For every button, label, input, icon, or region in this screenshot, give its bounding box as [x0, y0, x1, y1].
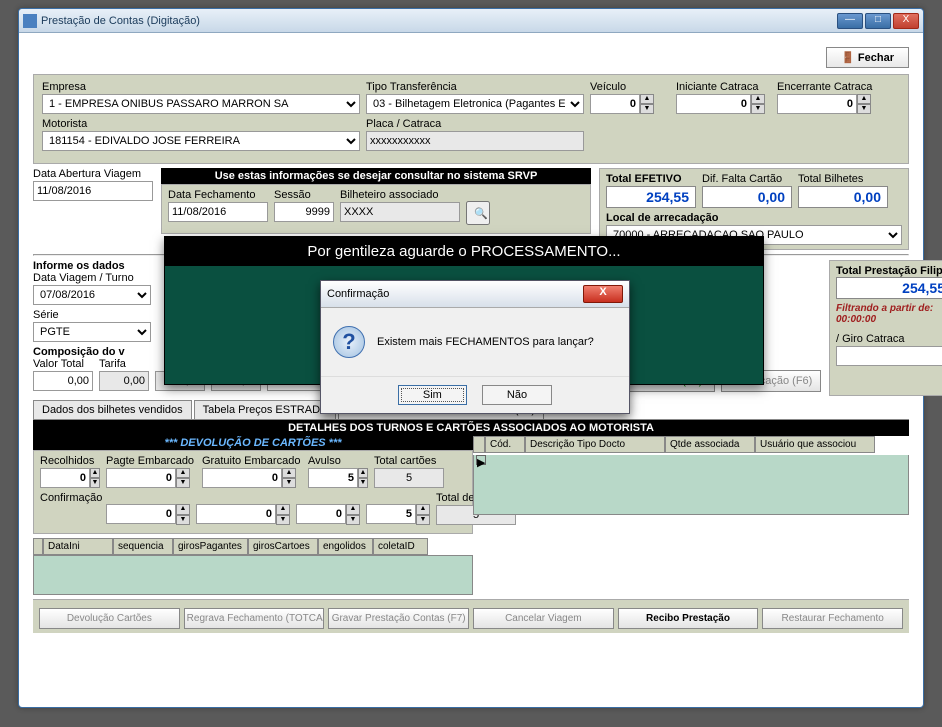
total-filipeta-value: 254,55: [836, 277, 942, 299]
regrava-fechamento-button: Regrava Fechamento (TOTCAJ): [184, 608, 325, 629]
recibo-prestacao-button[interactable]: Recibo Prestação: [618, 608, 759, 629]
gravar-prestacao-button: Gravar Prestação Contas (F7): [328, 608, 469, 629]
confirmacao-label: Confirmação: [40, 492, 100, 504]
encerrante-catraca-spinner[interactable]: ▲▼: [777, 94, 877, 114]
tipo-transferencia-select[interactable]: 03 - Bilhetagem Eletronica (Pagantes Emb…: [366, 94, 584, 114]
grid2-col-giroscartoes: girosCartoes: [248, 538, 318, 555]
sim-button[interactable]: Sim: [398, 385, 467, 405]
restaurar-fechamento-button: Restaurar Fechamento: [762, 608, 903, 629]
close-button[interactable]: X: [893, 13, 919, 29]
bilheteiro-input: [340, 202, 460, 222]
dialog-close-button[interactable]: X: [583, 285, 623, 303]
grid2-col-sequencia: sequencia: [113, 538, 173, 555]
motorista-label: Motorista: [42, 118, 360, 130]
data-fechamento-input[interactable]: [168, 202, 268, 222]
grid-col-usuario: Usuário que associou: [755, 436, 875, 453]
grid2-col-coletaid: coletaID: [373, 538, 428, 555]
total-cartoes-label: Total cartões: [374, 455, 444, 467]
data-viagem-turno-label: Data Viagem / Turno: [33, 272, 151, 284]
empresa-label: Empresa: [42, 81, 360, 93]
recolhidos-spinner[interactable]: ▲▼: [40, 468, 100, 488]
placa-catraca-label: Placa / Catraca: [366, 118, 584, 130]
grid2-col-girospagantes: girosPagantes: [173, 538, 248, 555]
pagte-embarcado-label: Pagte Embarcado: [106, 455, 196, 467]
giro-catraca-label: / Giro Catraca: [836, 333, 942, 345]
sessao-label: Sessão: [274, 189, 334, 201]
grid2-col-dataini: DataIni: [43, 538, 113, 555]
grid-col-descricao: Descrição Tipo Docto: [525, 436, 665, 453]
conf-spinner1[interactable]: ▲▼: [106, 504, 190, 525]
grid-col-qtde: Qtde associada: [665, 436, 755, 453]
valor-total-input[interactable]: [33, 371, 93, 391]
dif-falta-label: Dif. Falta Cartão: [702, 173, 792, 185]
conf-spinner3[interactable]: ▲▼: [296, 504, 360, 525]
cancelar-viagem-button: Cancelar Viagem: [473, 608, 614, 629]
iniciante-catraca-label: Iniciante Catraca: [676, 81, 771, 93]
detalhes-title-bar: DETALHES DOS TURNOS E CARTÕES ASSOCIADOS…: [33, 420, 909, 436]
veiculo-label: Veículo: [590, 81, 670, 93]
nao-button[interactable]: Não: [482, 385, 552, 405]
data-abertura-input[interactable]: [33, 181, 153, 201]
veiculo-spinner[interactable]: ▲▼: [590, 94, 670, 114]
placa-catraca-input: [366, 131, 584, 151]
data-abertura-label: Data Abertura Viagem: [33, 168, 153, 180]
iniciante-catraca-spinner[interactable]: ▲▼: [676, 94, 771, 114]
total-cartoes-value: [374, 468, 444, 488]
local-arrecadacao-label: Local de arrecadação: [606, 212, 902, 224]
dialog-title: Confirmação: [327, 288, 389, 300]
conf-spinner4[interactable]: ▲▼: [366, 504, 430, 525]
gratuito-embarcado-label: Gratuito Embarcado: [202, 455, 302, 467]
grid-body[interactable]: ▶: [473, 455, 909, 515]
avulso-spinner[interactable]: ▲▼: [308, 468, 368, 488]
gratuito-embarcado-spinner[interactable]: ▲▼: [202, 468, 302, 488]
minimize-button[interactable]: —: [837, 13, 863, 29]
tarifa-input: [99, 371, 149, 391]
serie-select[interactable]: PGTE: [33, 322, 151, 342]
tipo-transferencia-label: Tipo Transferência: [366, 81, 584, 93]
titlebar: Prestação de Contas (Digitação) — □ X: [19, 9, 923, 33]
maximize-button[interactable]: □: [865, 13, 891, 29]
total-efetivo-label: Total EFETIVO: [606, 173, 696, 185]
serie-label: Série: [33, 309, 151, 321]
total-filipeta-label: Total Prestação Filipeta: [836, 265, 942, 277]
data-viagem-turno-select[interactable]: 07/08/2016: [33, 285, 151, 305]
grid2-col-engolidos: engolidos: [318, 538, 373, 555]
devolucao-cartoes-button: Devolução Cartões: [39, 608, 180, 629]
dif-falta-value: 0,00: [702, 186, 792, 208]
dialog-message: Existem mais FECHAMENTOS para lançar?: [377, 336, 594, 348]
grid-col-cod: Cód.: [485, 436, 525, 453]
avulso-label: Avulso: [308, 455, 368, 467]
bilheteiro-label: Bilheteiro associado: [340, 189, 460, 201]
question-icon: ?: [333, 326, 365, 358]
devolucao-cartoes-header: *** DEVOLUÇÃO DE CARTÕES ***: [33, 436, 473, 450]
overlay-title: Por gentileza aguarde o PROCESSAMENTO...: [165, 237, 763, 266]
giro-catraca-input[interactable]: [836, 346, 942, 366]
tarifa-label: Tarifa: [99, 358, 149, 370]
pagte-embarcado-spinner[interactable]: ▲▼: [106, 468, 196, 488]
total-bilhetes-label: Total Bilhetes: [798, 173, 888, 185]
total-efetivo-value: 254,55: [606, 186, 696, 208]
srvp-infobar: Use estas informações se desejar consult…: [161, 168, 591, 184]
tab-tabela-precos[interactable]: Tabela Preços ESTRADA: [194, 400, 337, 419]
confirm-dialog: Confirmação X ? Existem mais FECHAMENTOS…: [320, 280, 630, 414]
tab-dados-bilhetes[interactable]: Dados dos bilhetes vendidos: [33, 400, 192, 419]
window-title: Prestação de Contas (Digitação): [41, 15, 837, 27]
conf-spinner2[interactable]: ▲▼: [196, 504, 290, 525]
app-icon: [23, 14, 37, 28]
grid2-body[interactable]: [33, 555, 473, 595]
empresa-select[interactable]: 1 - EMPRESA ONIBUS PASSARO MARRON SA: [42, 94, 360, 114]
recolhidos-label: Recolhidos: [40, 455, 100, 467]
sessao-input[interactable]: [274, 202, 334, 222]
fechar-button[interactable]: 🚪 Fechar: [826, 47, 909, 68]
filtrando-label: Filtrando a partir de: 00:00:00: [836, 303, 942, 325]
encerrante-catraca-label: Encerrante Catraca: [777, 81, 877, 93]
search-icon-button[interactable]: 🔍: [466, 201, 490, 225]
valor-total-label: Valor Total: [33, 358, 93, 370]
total-bilhetes-value: 0,00: [798, 186, 888, 208]
motorista-select[interactable]: 181154 - EDIVALDO JOSE FERREIRA: [42, 131, 360, 151]
data-fechamento-label: Data Fechamento: [168, 189, 268, 201]
